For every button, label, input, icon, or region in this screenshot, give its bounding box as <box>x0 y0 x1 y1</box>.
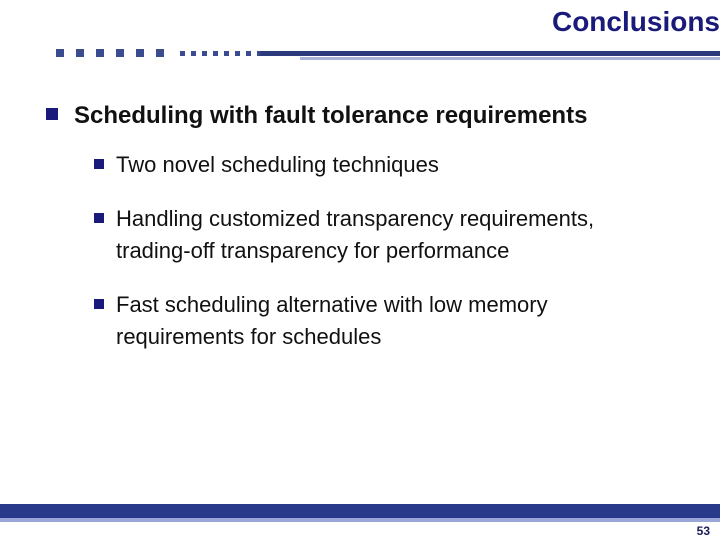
bullet-text: Fast scheduling alternative with low mem… <box>116 289 656 353</box>
bullet-level-2: Two novel scheduling techniques <box>94 149 720 181</box>
bullet-level-2: Handling customized transparency require… <box>94 203 720 267</box>
bullet-text: Handling customized transparency require… <box>116 203 656 267</box>
bullet-text: Two novel scheduling techniques <box>116 149 439 181</box>
divider-line-dark <box>260 51 720 56</box>
divider-line-light <box>300 57 720 60</box>
square-bullet-icon <box>94 213 104 223</box>
slide: Conclusions Scheduling with fault tolera… <box>0 0 720 540</box>
footer-bar <box>0 504 720 518</box>
bullet-level-2: Fast scheduling alternative with low mem… <box>94 289 720 353</box>
title-divider <box>0 46 720 64</box>
slide-title: Conclusions <box>552 6 720 38</box>
square-bullet-icon <box>94 299 104 309</box>
divider-dots-large <box>56 49 164 57</box>
sub-bullet-group: Two novel scheduling techniques Handling… <box>94 149 720 352</box>
square-bullet-icon <box>94 159 104 169</box>
square-bullet-icon <box>46 108 58 120</box>
bullet-level-1: Scheduling with fault tolerance requirem… <box>46 100 720 131</box>
bullet-text-main: Scheduling with fault tolerance requirem… <box>74 100 587 131</box>
slide-number: 53 <box>697 524 710 538</box>
content-area: Scheduling with fault tolerance requirem… <box>46 100 720 375</box>
footer-bar-light <box>0 518 720 522</box>
